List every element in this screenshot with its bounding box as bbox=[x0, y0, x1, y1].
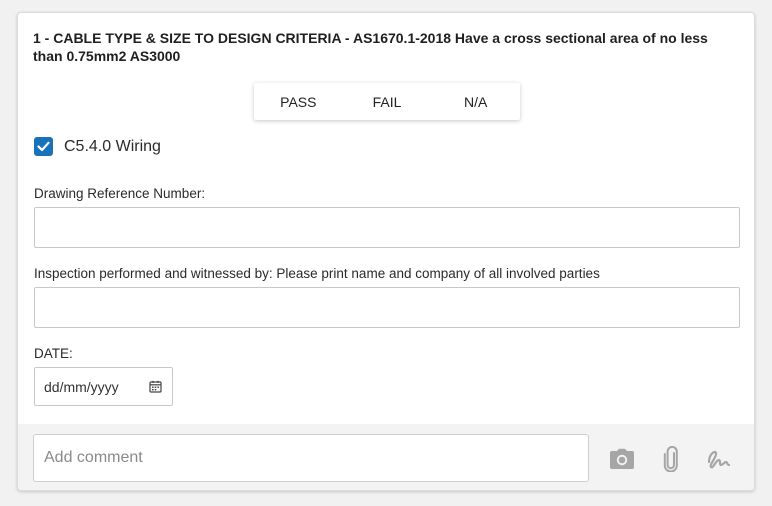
date-label: DATE: bbox=[34, 346, 73, 361]
wiring-checkbox[interactable] bbox=[34, 137, 53, 156]
camera-icon[interactable] bbox=[609, 446, 635, 472]
drawing-reference-input[interactable] bbox=[34, 207, 740, 248]
na-button[interactable]: N/A bbox=[431, 83, 520, 120]
comment-footer bbox=[18, 424, 754, 490]
inspection-label: Inspection performed and witnessed by: P… bbox=[34, 266, 600, 281]
inspection-input[interactable] bbox=[34, 287, 740, 328]
paperclip-icon[interactable] bbox=[658, 446, 684, 472]
drawing-reference-label: Drawing Reference Number: bbox=[34, 186, 206, 201]
wiring-checkbox-label: C5.4.0 Wiring bbox=[64, 137, 161, 155]
result-selector: PASS FAIL N/A bbox=[254, 83, 520, 120]
question-title: 1 - CABLE TYPE & SIZE TO DESIGN CRITERIA… bbox=[33, 30, 708, 64]
signature-icon[interactable] bbox=[706, 446, 732, 472]
checklist-item-card: 1 - CABLE TYPE & SIZE TO DESIGN CRITERIA… bbox=[17, 12, 755, 491]
calendar-icon[interactable] bbox=[149, 380, 162, 393]
date-input[interactable]: dd/mm/yyyy bbox=[34, 367, 173, 406]
wiring-checkbox-row: C5.4.0 Wiring bbox=[34, 137, 161, 156]
add-comment-input[interactable] bbox=[33, 434, 589, 482]
pass-button[interactable]: PASS bbox=[254, 83, 343, 120]
fail-button[interactable]: FAIL bbox=[343, 83, 432, 120]
checkmark-icon bbox=[37, 141, 50, 152]
date-placeholder: dd/mm/yyyy bbox=[44, 378, 119, 395]
